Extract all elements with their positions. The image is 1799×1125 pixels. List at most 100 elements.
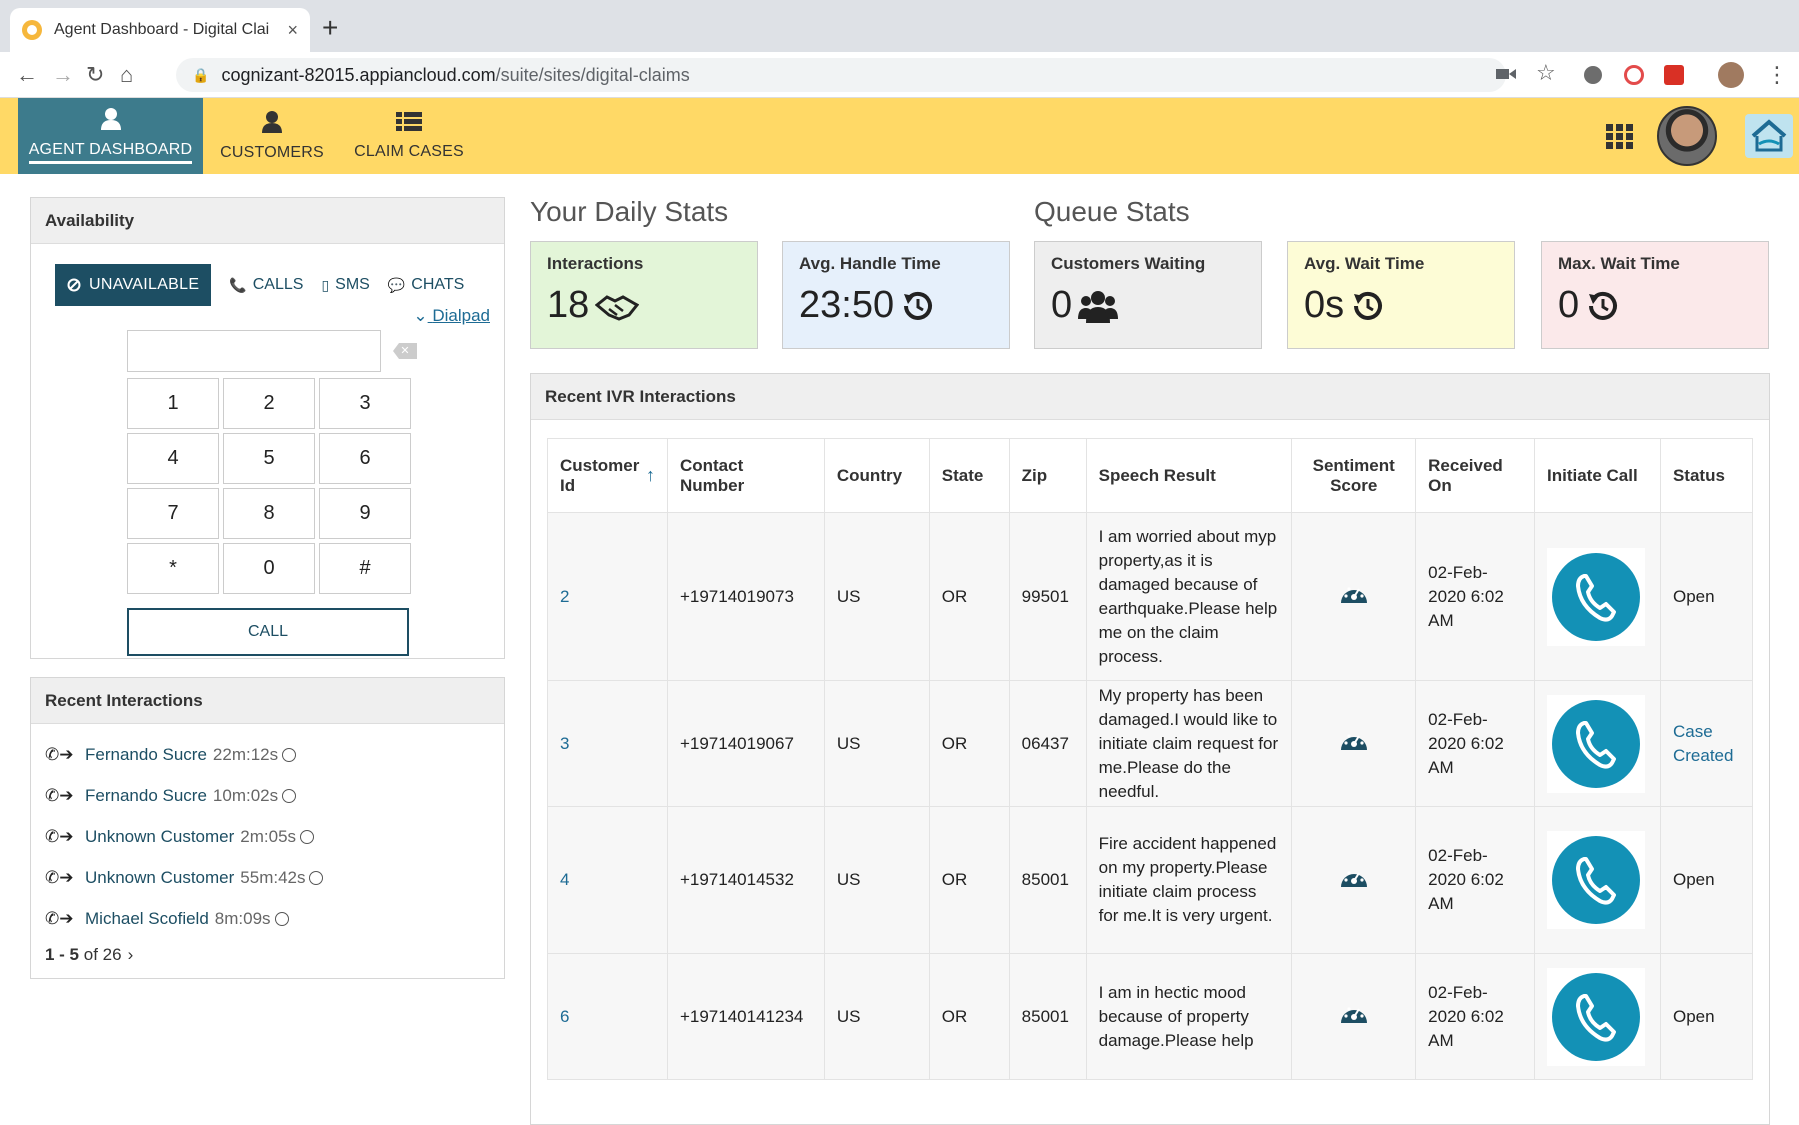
apps-grid-icon[interactable] — [1606, 124, 1634, 150]
address-bar[interactable]: 🔒 cognizant-82015.appiancloud.com/suite/… — [176, 58, 1506, 92]
initiate-call-button[interactable] — [1552, 836, 1640, 924]
status-circle-icon — [300, 829, 315, 844]
list-item[interactable]: ✆➔ Fernando Sucre 10m:02s — [45, 775, 490, 816]
calls-tab[interactable]: 📞 CALLS — [229, 276, 303, 294]
call-duration: 22m:12s — [212, 744, 279, 764]
zip: 85001 — [1008, 953, 1087, 1080]
panel-title: Availability — [31, 198, 504, 244]
forward-icon[interactable]: → — [52, 62, 74, 88]
received-on: 02-Feb-2020 6:02 AM — [1415, 512, 1535, 681]
users-icon — [1078, 290, 1119, 323]
max-wait-time-card: Max. Wait Time 0 — [1541, 241, 1769, 349]
chats-tab[interactable]: 💬 CHATS — [388, 276, 464, 294]
received-on: 02-Feb-2020 6:02 AM — [1415, 953, 1535, 1080]
home-icon[interactable]: ⌂ — [120, 62, 133, 88]
phone-icon — [1576, 993, 1616, 1042]
unavailable-button[interactable]: UNAVAILABLE — [55, 264, 212, 306]
customer-id-link[interactable]: 6 — [547, 953, 668, 1080]
key-7[interactable]: 7 — [127, 488, 219, 539]
key-9[interactable]: 9 — [319, 488, 411, 539]
key-2[interactable]: 2 — [223, 378, 315, 429]
extension-icon[interactable] — [1624, 65, 1644, 85]
customer-id-link[interactable]: 3 — [547, 680, 668, 807]
key-5[interactable]: 5 — [223, 433, 315, 484]
close-tab-icon[interactable]: × — [287, 20, 298, 41]
call-button[interactable]: CALL — [127, 608, 409, 656]
nav-claim-cases[interactable]: CLAIM CASES — [346, 98, 472, 174]
chevron-right-icon[interactable]: › — [128, 945, 134, 965]
interactions-card: Interactions 18 — [530, 241, 758, 349]
key-3[interactable]: 3 — [319, 378, 411, 429]
chat-bubble-icon: 💬 — [387, 276, 406, 293]
dialpad-toggle-link[interactable]: ⌄ Dialpad — [413, 306, 490, 326]
call-duration: 55m:42s — [240, 867, 306, 887]
status-case-created-link[interactable]: Case Created — [1659, 680, 1754, 807]
initiate-call-button[interactable] — [1552, 699, 1640, 788]
list-item[interactable]: ✆➔ Unknown Customer 55m:42s — [45, 857, 490, 898]
extension-icon[interactable] — [1584, 66, 1602, 84]
key-6[interactable]: 6 — [319, 433, 411, 484]
customer-name-link[interactable]: Unknown Customer — [85, 868, 234, 888]
browser-menu-icon[interactable]: ⋮ — [1766, 62, 1788, 88]
contact-number: +19714019067 — [666, 680, 825, 807]
key-8[interactable]: 8 — [223, 488, 315, 539]
lock-icon: 🔒 — [192, 66, 210, 83]
initiate-call-button[interactable] — [1552, 552, 1640, 641]
sentiment-score-cell — [1291, 680, 1417, 807]
received-on: 02-Feb-2020 6:02 AM — [1415, 806, 1535, 954]
list-item[interactable]: ✆➔ Michael Scofield 8m:09s — [45, 898, 490, 939]
column-header-received-on: Received On — [1415, 438, 1535, 513]
reload-icon[interactable]: ↻ — [86, 62, 104, 88]
pdf-extension-icon[interactable] — [1664, 65, 1684, 85]
column-header-customer-id[interactable]: Customer Id ↑ — [547, 438, 668, 513]
sentiment-score-cell — [1291, 953, 1417, 1080]
status: Open — [1659, 806, 1754, 954]
dial-number-input[interactable] — [127, 330, 381, 372]
key-hash[interactable]: # — [319, 543, 411, 594]
back-icon[interactable]: ← — [16, 62, 38, 88]
nav-agent-dashboard[interactable]: AGENT DASHBOARD — [18, 98, 203, 174]
sentiment-score-cell — [1291, 806, 1417, 954]
key-4[interactable]: 4 — [127, 433, 219, 484]
history-icon — [1354, 291, 1383, 320]
pager-total: of 26 — [83, 945, 122, 964]
home-insurance-logo-icon[interactable] — [1745, 114, 1793, 158]
browser-tab[interactable]: Agent Dashboard - Digital Clai × — [10, 8, 310, 52]
key-0[interactable]: 0 — [223, 543, 315, 594]
nav-customers[interactable]: CUSTOMERS — [208, 98, 336, 174]
contact-number: +19714014532 — [666, 806, 825, 954]
initiate-call-button[interactable] — [1552, 972, 1640, 1061]
customer-name-link[interactable]: Fernando Sucre — [85, 745, 207, 765]
backspace-icon[interactable]: ✕ — [393, 343, 417, 359]
profile-avatar-icon[interactable] — [1718, 62, 1744, 88]
sort-ascending-icon[interactable]: ↑ — [646, 465, 655, 486]
camera-icon[interactable] — [1496, 66, 1516, 82]
customer-id-link[interactable]: 4 — [547, 806, 668, 954]
column-header-status: Status — [1659, 438, 1754, 513]
list-item[interactable]: ✆➔ Fernando Sucre 22m:12s — [45, 734, 490, 775]
dialpad-label: Dialpad — [432, 306, 490, 325]
customer-name-link[interactable]: Michael Scofield — [85, 909, 209, 929]
call-duration: 10m:02s — [212, 785, 279, 805]
list-item[interactable]: ✆➔ Unknown Customer 2m:05s — [45, 816, 490, 857]
stat-label: Max. Wait Time — [1558, 254, 1680, 273]
column-header-contact-number: Contact Number — [666, 438, 825, 513]
country: US — [823, 953, 930, 1080]
new-tab-button[interactable]: + — [322, 12, 338, 44]
pager-range: 1 - 5 — [45, 945, 80, 964]
stat-value: 0 — [1051, 284, 1073, 326]
chevron-down-icon: ⌄ — [413, 306, 428, 325]
bookmark-star-icon[interactable]: ☆ — [1536, 60, 1556, 86]
table-row: 4 +19714014532 US OR 85001 Fire accident… — [547, 806, 1754, 954]
zip: 85001 — [1008, 806, 1087, 954]
history-icon — [904, 291, 933, 320]
gauge-icon — [1340, 870, 1367, 887]
user-avatar[interactable] — [1657, 106, 1717, 166]
sms-tab[interactable]: ▯ SMS — [321, 276, 369, 294]
key-star[interactable]: * — [127, 543, 219, 594]
chats-label: CHATS — [411, 276, 465, 293]
customer-id-link[interactable]: 2 — [547, 512, 668, 681]
customer-name-link[interactable]: Unknown Customer — [85, 827, 234, 847]
customer-name-link[interactable]: Fernando Sucre — [85, 786, 207, 806]
key-1[interactable]: 1 — [127, 378, 219, 429]
